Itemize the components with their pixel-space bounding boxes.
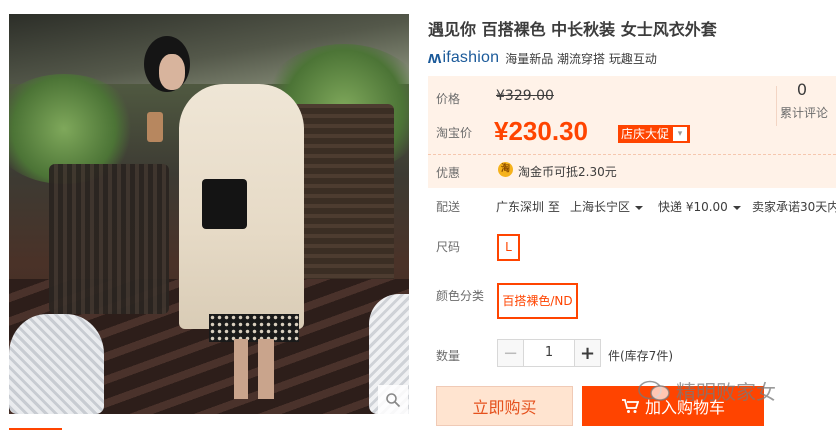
ifashion-logo[interactable]: ʍ ifashion — [428, 48, 499, 68]
shipping-destination-select[interactable]: 上海长宁区 — [570, 198, 644, 215]
chevron-down-icon — [635, 205, 644, 210]
ifashion-logo-text: ifashion — [442, 49, 500, 66]
seller-promise: 卖家承诺30天内 — [752, 200, 836, 214]
price-box: 价格 ¥329.00 0 累计评论 淘宝价 ¥230.30 店庆大促 ▾ 优惠 … — [428, 76, 836, 188]
image-model-face — [159, 54, 185, 90]
quantity-decrease-button[interactable]: − — [497, 339, 524, 367]
color-label: 颜色分类 — [436, 289, 485, 303]
taojinbi-coin-icon: 淘 — [498, 162, 513, 177]
quantity-increase-button[interactable]: + — [574, 339, 601, 367]
shipping-destination: 上海长宁区 — [570, 200, 631, 214]
promo-badge-text: 店庆大促 — [621, 127, 670, 141]
quantity-input[interactable]: 1 — [524, 339, 574, 367]
image-model-skirt — [209, 314, 299, 342]
color-option-selected[interactable]: 百搭裸色/ND — [497, 283, 578, 319]
discount-divider — [428, 154, 836, 155]
review-count[interactable]: 0 — [792, 80, 812, 99]
zoom-icon[interactable] — [378, 385, 408, 415]
watermark: 精明败家女 — [638, 376, 776, 405]
price-divider — [776, 86, 777, 126]
thumbnail-selected-indicator — [9, 428, 62, 430]
image-white-chair — [9, 314, 104, 414]
shipping-fee: 快递 ¥10.00 — [658, 200, 728, 214]
chevron-down-icon — [732, 205, 741, 210]
cart-icon — [621, 399, 639, 413]
current-price: ¥230.30 — [494, 116, 588, 146]
review-label[interactable]: 累计评论 — [780, 104, 828, 121]
image-model-legs — [234, 339, 274, 399]
stock-info: 件(库存7件) — [608, 349, 673, 363]
image-model-bag — [202, 179, 247, 229]
buy-now-button[interactable]: 立即购买 — [436, 386, 573, 426]
wechat-icon — [638, 380, 670, 401]
discount-text: 淘金币可抵2.30元 — [518, 165, 617, 179]
product-image[interactable] — [9, 14, 409, 414]
size-label: 尺码 — [436, 240, 461, 254]
shipping-from: 广东深圳 至 — [496, 200, 560, 214]
price-label: 价格 — [436, 92, 461, 106]
image-chair — [49, 164, 169, 314]
watermark-text: 精明败家女 — [676, 380, 776, 404]
ifashion-mark-icon: ʍ — [428, 48, 442, 67]
quantity-stepper: − 1 + — [497, 339, 601, 367]
tao-price-label: 淘宝价 — [436, 126, 473, 140]
discount-label: 优惠 — [436, 166, 461, 180]
quantity-label: 数量 — [436, 349, 461, 363]
size-option-selected[interactable]: L — [497, 234, 520, 261]
product-title: 遇见你 百搭裸色 中长秋装 女士风衣外套 — [428, 20, 717, 39]
shipping-label: 配送 — [436, 200, 461, 214]
promo-badge[interactable]: 店庆大促 ▾ — [618, 125, 691, 143]
brand-tags: 海量新品 潮流穿搭 玩趣互动 — [505, 51, 657, 66]
image-model-cup — [147, 112, 163, 142]
brand-line: ʍ ifashion 海量新品 潮流穿搭 玩趣互动 — [428, 48, 657, 68]
shipping-fee-select[interactable]: 快递 ¥10.00 — [658, 198, 741, 215]
original-price: ¥329.00 — [496, 88, 554, 104]
chevron-down-icon: ▾ — [673, 127, 688, 141]
